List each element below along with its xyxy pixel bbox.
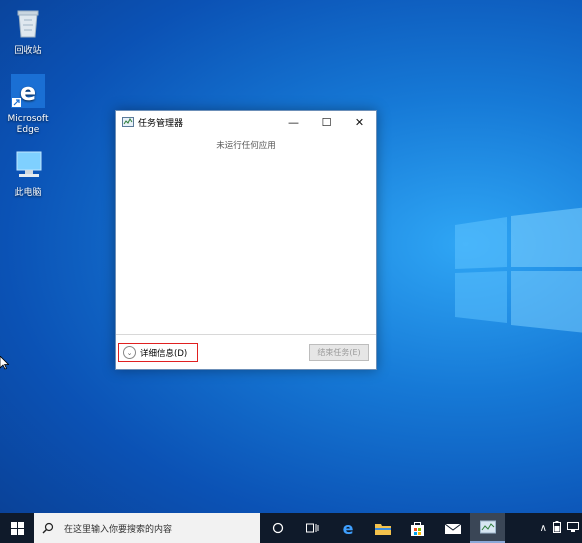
minimize-button[interactable]: — bbox=[277, 111, 310, 133]
desktop-icon-recycle-bin[interactable]: 回收站 bbox=[0, 6, 56, 57]
mouse-cursor-icon bbox=[0, 356, 9, 370]
start-button[interactable] bbox=[0, 513, 34, 543]
maximize-icon: ☐ bbox=[321, 115, 332, 129]
no-apps-status: 未运行任何应用 bbox=[216, 141, 276, 151]
window-title: 任务管理器 bbox=[138, 118, 184, 129]
close-icon: ✕ bbox=[354, 115, 365, 129]
more-details-label: 详细信息(D) bbox=[140, 348, 188, 359]
task-view-icon bbox=[305, 523, 318, 533]
mail-icon bbox=[444, 523, 461, 534]
end-task-button[interactable]: 结束任务(E) bbox=[309, 344, 369, 361]
bottom-bar: ⌄ 详细信息(D) 结束任务(E) bbox=[116, 334, 376, 369]
minimize-icon: — bbox=[288, 115, 299, 129]
search-placeholder: 在这里输入你要搜索的内容 bbox=[64, 524, 173, 535]
desktop-icon-label: 回收站 bbox=[14, 46, 42, 56]
title-bar[interactable]: 任务管理器 — ☐ ✕ bbox=[116, 111, 376, 133]
cortana-icon bbox=[272, 522, 283, 534]
edge-icon: e bbox=[11, 74, 45, 108]
taskbar-task-manager-button[interactable] bbox=[470, 513, 505, 543]
system-tray: ∧ bbox=[537, 513, 582, 543]
task-manager-icon bbox=[122, 117, 134, 127]
edge-icon: e bbox=[342, 520, 353, 536]
taskbar-store-button[interactable] bbox=[400, 513, 435, 543]
task-manager-window: 任务管理器 — ☐ ✕ 未运行任何应用 ⌄ 详细信息(D) 结束任务(E) bbox=[115, 110, 377, 370]
more-details-button[interactable]: ⌄ 详细信息(D) bbox=[118, 343, 198, 362]
battery-icon[interactable] bbox=[553, 520, 561, 536]
network-icon[interactable] bbox=[567, 521, 579, 535]
desktop-icon-this-pc[interactable]: 此电脑 bbox=[0, 148, 56, 199]
folder-icon bbox=[374, 523, 391, 535]
recycle-bin-icon bbox=[17, 10, 39, 38]
chevron-down-icon: ⌄ bbox=[123, 346, 136, 359]
taskbar: 在这里输入你要搜索的内容 e ∧ bbox=[0, 513, 582, 543]
cortana-button[interactable] bbox=[260, 513, 295, 543]
windows-start-icon bbox=[10, 521, 24, 535]
show-hidden-icons-button[interactable]: ∧ bbox=[540, 523, 547, 534]
task-manager-icon bbox=[479, 520, 496, 534]
task-view-button[interactable] bbox=[295, 513, 330, 543]
desktop-icon-label: 此电脑 bbox=[14, 188, 42, 198]
taskbar-file-explorer-button[interactable] bbox=[365, 513, 400, 543]
taskbar-edge-button[interactable]: e bbox=[330, 513, 365, 543]
taskbar-mail-button[interactable] bbox=[435, 513, 470, 543]
taskbar-search-box[interactable]: 在这里输入你要搜索的内容 bbox=[34, 513, 260, 543]
maximize-button[interactable]: ☐ bbox=[310, 111, 343, 133]
windows-wallpaper-logo bbox=[455, 207, 582, 333]
store-icon bbox=[411, 521, 424, 536]
close-button[interactable]: ✕ bbox=[343, 111, 376, 133]
computer-icon bbox=[16, 151, 42, 177]
end-task-label: 结束任务(E) bbox=[317, 348, 361, 357]
svg-text:e: e bbox=[342, 520, 353, 536]
svg-text:e: e bbox=[20, 78, 36, 106]
desktop-icon-edge[interactable]: e Microsoft Edge bbox=[0, 74, 56, 136]
search-icon bbox=[42, 522, 58, 534]
desktop-icon-label: Microsoft Edge bbox=[7, 114, 49, 135]
